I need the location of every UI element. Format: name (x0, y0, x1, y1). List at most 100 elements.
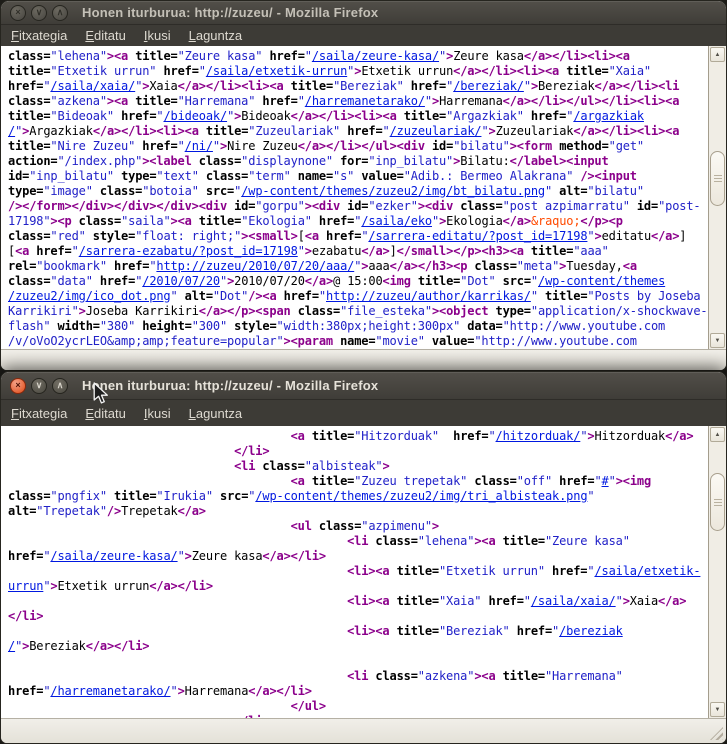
source-token: 2010/07/20 (234, 274, 305, 288)
source-link[interactable]: /2010/07/20 (142, 274, 220, 288)
content-area: class="lehena"><a title="Zeure kasa" hre… (1, 46, 726, 349)
scrollbar-vertical[interactable]: ▲ ▼ (708, 46, 726, 349)
source-token: " (319, 289, 326, 303)
source-token: " (298, 94, 305, 108)
source-link[interactable]: /sarrera-ezabatu/?post_id=17198 (79, 244, 298, 258)
source-token: "Dot" (213, 289, 248, 303)
source-token: /><a (248, 289, 276, 303)
source-line: /">Argazkiak</a></li><li><a title="Zuzeu… (8, 124, 708, 139)
source-token: href= (411, 79, 446, 93)
source-link[interactable]: # (602, 474, 609, 488)
source-token: title= (135, 49, 177, 63)
source-token: title= (545, 289, 587, 303)
source-token: "inp_bilatu" (29, 169, 114, 183)
source-token: title= (114, 489, 156, 503)
source-link[interactable]: http://zuzeu/2010/07/20/aaa/ (156, 259, 354, 273)
source-token (524, 109, 531, 123)
source-link[interactable]: /ni/ (185, 139, 213, 153)
source-token: "post azpimarratu" (503, 199, 630, 213)
source-link[interactable]: /saila/etxetik-urrun (206, 64, 347, 78)
scroll-down-button[interactable]: ▼ (710, 333, 725, 348)
scrollbar-vertical[interactable]: ▲ ▼ (708, 426, 726, 718)
source-view[interactable]: <a title="Hitzorduak" href="/hitzorduak/… (1, 426, 708, 718)
source-token (545, 564, 552, 578)
close-button[interactable]: × (10, 5, 26, 21)
source-link[interactable]: /harremanetarako/ (50, 684, 170, 698)
titlebar[interactable]: × ∨ ∧ Honen iturburua: http://zuzeu/ - M… (1, 372, 726, 400)
source-line: class="azkena"><a title="Harremana" href… (8, 94, 708, 109)
scrollbar-thumb[interactable] (710, 473, 725, 531)
source-token: Harremana (439, 94, 503, 108)
source-token: </label><input (510, 154, 609, 168)
menu-laguntza[interactable]: Laguntza (180, 404, 252, 423)
firefox-view-source-window-back[interactable]: × ∨ ∧ Honen iturburua: http://zuzeu/ - M… (0, 0, 727, 371)
source-link[interactable]: /wp-content/themes/zuzeu2/img/tri_albist… (255, 489, 587, 503)
scroll-up-button[interactable]: ▲ (710, 427, 725, 442)
source-view[interactable]: class="lehena"><a title="Zeure kasa" hre… (1, 46, 708, 349)
source-link[interactable]: /bideoak/ (163, 109, 227, 123)
source-token: " (305, 49, 312, 63)
menu-ikusi[interactable]: Ikusi (135, 26, 180, 45)
source-line: </li> (8, 609, 708, 624)
maximize-button[interactable]: ∧ (52, 5, 68, 21)
source-token: "Posts by Joseba (587, 289, 700, 303)
source-link[interactable]: /zuzeu2/img/ico_dot.png (8, 289, 171, 303)
source-link[interactable]: /zuzeulariak/ (390, 124, 482, 138)
menu-fitxategia[interactable]: Fitxategia (2, 404, 76, 423)
source-link[interactable]: /saila/etxetik- (594, 564, 700, 578)
source-link[interactable]: /sarrera-editatu/?post_id=17198 (368, 229, 587, 243)
scrollbar-thumb[interactable] (710, 151, 725, 206)
source-link[interactable]: /saila/xaia/ (50, 79, 135, 93)
source-token (305, 429, 312, 443)
source-token (312, 214, 319, 228)
resize-grip[interactable] (710, 727, 723, 740)
source-link[interactable]: http://zuzeu/author/karrikas/ (326, 289, 531, 303)
source-token: </li> (8, 609, 43, 623)
source-link[interactable]: /bereziak (559, 624, 623, 638)
source-token: "get" (609, 139, 644, 153)
source-link[interactable]: urrun (8, 579, 43, 593)
minimize-button[interactable]: ∨ (31, 5, 47, 21)
source-link[interactable]: /saila/eko (361, 214, 432, 228)
window-title: Honen iturburua: http://zuzeu/ - Mozilla… (82, 378, 378, 393)
source-link[interactable]: /saila/zeure-kasa/ (50, 549, 177, 563)
source-token: "380" (100, 319, 135, 333)
source-token: "Harremana" (178, 94, 256, 108)
source-token (8, 429, 291, 443)
source-link[interactable]: /saila/zeure-kasa/ (312, 49, 439, 63)
source-token: href= (269, 49, 304, 63)
source-link[interactable]: /bereziak/ (453, 79, 524, 93)
source-link[interactable]: /wp-content/themes/zuzeu2/img/bt_bilatu.… (241, 184, 545, 198)
menu-laguntza[interactable]: Laguntza (180, 26, 252, 45)
source-link[interactable]: /hitzorduak/ (496, 429, 581, 443)
close-button[interactable]: × (10, 378, 26, 394)
source-token: "application/x-shockwave- (531, 304, 708, 318)
minimize-button[interactable]: ∨ (31, 378, 47, 394)
source-token: class= (319, 519, 361, 533)
source-token (93, 184, 100, 198)
source-token: " (481, 124, 488, 138)
menu-editatu[interactable]: Editatu (76, 404, 134, 423)
source-token: > (305, 244, 312, 258)
menu-ikusi[interactable]: Ikusi (135, 404, 180, 423)
source-token: class= (474, 259, 516, 273)
source-line: <li class="albisteak"> (8, 459, 708, 474)
source-line: /></form></div></div></div><div id="gorp… (8, 199, 708, 214)
titlebar[interactable]: × ∨ ∧ Honen iturburua: http://zuzeu/ - M… (1, 1, 726, 25)
source-line: href="/harremanetarako/">Harremana</a></… (8, 684, 708, 699)
menu-fitxategia[interactable]: Fitxategia (2, 26, 76, 45)
source-token: class= (8, 94, 50, 108)
status-bar (1, 349, 726, 370)
source-link[interactable]: /saila/xaia/ (531, 594, 616, 608)
source-token (8, 699, 291, 713)
maximize-button[interactable]: ∧ (52, 378, 68, 394)
source-link[interactable]: /argazkiak (573, 109, 644, 123)
source-token: </a></li><li><a (178, 79, 284, 93)
scroll-up-button[interactable]: ▲ (710, 47, 725, 62)
firefox-view-source-window-front[interactable]: × ∨ ∧ Honen iturburua: http://zuzeu/ - M… (0, 371, 727, 744)
menu-editatu[interactable]: Editatu (76, 26, 134, 45)
source-link[interactable]: /wp-content/themes (538, 274, 665, 288)
source-link[interactable]: /harremanetarako/ (305, 94, 425, 108)
scroll-down-button[interactable]: ▼ (710, 702, 725, 717)
source-token: href= (8, 549, 43, 563)
